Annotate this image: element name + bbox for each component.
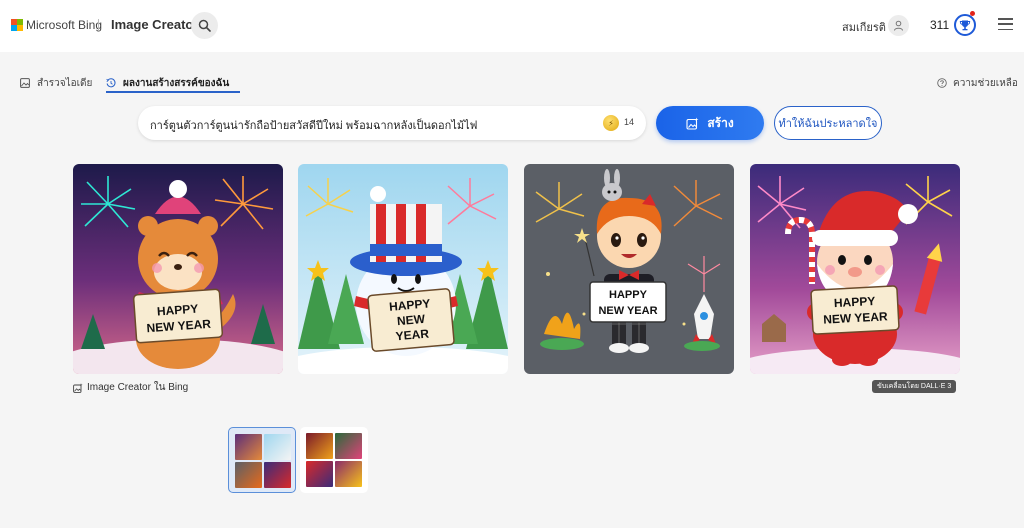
dalle-badge: ขับเคลื่อนโดย DALL·E 3 [872,380,957,393]
sign-text: YEAR [395,326,430,343]
brand-name[interactable]: Microsoft Bing [26,18,102,32]
notification-dot [970,11,975,16]
hamburger-menu-icon[interactable] [998,18,1013,30]
sign-text: NEW YEAR [598,305,657,317]
result-image-3[interactable]: HAPPY NEW YEAR [524,164,734,374]
help-link[interactable]: ความช่วยเหลือ [937,73,1018,93]
microsoft-logo-icon[interactable] [11,19,23,31]
result-image-2[interactable]: HAPPY NEW YEAR [298,164,508,374]
user-icon [894,20,903,31]
history-thumbnail-2[interactable] [300,427,368,493]
trophy-icon [959,20,971,31]
history-thumbnail-1[interactable] [228,427,296,493]
avatar[interactable] [888,15,909,36]
credit-label: Image Creator ใน Bing [87,382,189,393]
tab-explore-ideas[interactable]: สำรวจไอเดีย [20,73,92,93]
help-icon [937,78,947,88]
prompt-input[interactable]: การ์ตูนตัวการ์ตูนน่ารักถือป้ายสวัสดีปีให… [138,106,646,140]
user-name[interactable]: สมเกียรติ [842,18,886,36]
tab-my-creations[interactable]: ผลงานสร้างสรรค์ของฉัน [106,73,229,93]
result-image-1[interactable]: HAPPY NEW YEAR [73,164,283,374]
tab-label: ผลงานสร้างสรรค์ของฉัน [123,77,230,89]
surprise-button-label: ทำให้ฉันประหลาดใจ [778,118,878,130]
help-label: ความช่วยเหลือ [953,77,1018,89]
search-button[interactable] [191,12,218,39]
tab-label: สำรวจไอเดีย [37,77,93,89]
prompt-text[interactable]: การ์ตูนตัวการ์ตูนน่ารักถือป้ายสวัสดีปีให… [150,116,477,134]
header-divider [98,19,99,31]
sign-text: HAPPY [834,294,876,310]
rewards-points[interactable]: 311 [930,18,949,32]
boost-count: 14 [624,117,635,127]
search-icon [198,19,211,32]
sign-text: HAPPY [156,302,198,319]
result-image-4[interactable]: HAPPY NEW YEAR [750,164,960,374]
create-button[interactable]: สร้าง [656,106,764,140]
surprise-me-button[interactable]: ทำให้ฉันประหลาดใจ [774,106,882,140]
create-button-label: สร้าง [707,115,734,130]
top-header: Microsoft Bing Image Creator สมเกียรติ 3… [0,0,1024,52]
image-creator-credit[interactable]: Image Creator ใน Bing [73,380,188,395]
active-tab-indicator [106,91,240,93]
image-icon [20,78,30,88]
boost-coin-icon: ⚡ [603,115,619,131]
sign-text: HAPPY [609,289,648,301]
create-image-icon [686,117,699,130]
rewards-button[interactable] [954,14,976,36]
sign-text: NEW [396,312,426,328]
history-icon [106,78,116,88]
create-image-icon [73,382,83,393]
app-title[interactable]: Image Creator [111,17,198,32]
